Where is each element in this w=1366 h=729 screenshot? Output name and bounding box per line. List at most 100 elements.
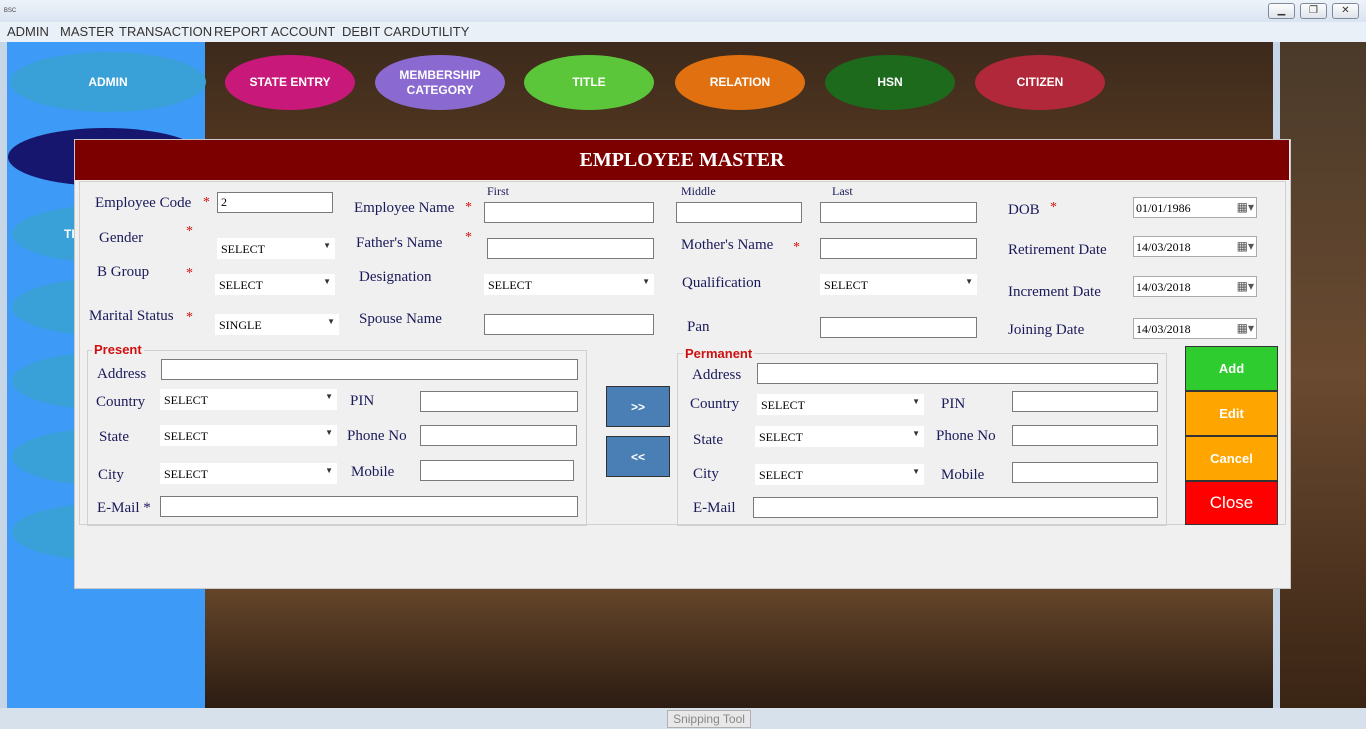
permanent-state-label: State bbox=[693, 432, 723, 448]
minimize-button[interactable]: ▁ bbox=[1268, 3, 1295, 19]
retirement-date-picker[interactable]: 14/03/2018 ▦▾ bbox=[1133, 236, 1257, 257]
frame-left bbox=[0, 42, 7, 729]
calendar-icon[interactable]: ▦▾ bbox=[1237, 200, 1254, 215]
calendar-icon[interactable]: ▦▾ bbox=[1237, 321, 1254, 336]
retirement-date-label: Retirement Date bbox=[1008, 242, 1107, 258]
permanent-country-value: SELECT bbox=[761, 398, 805, 412]
designation-value: SELECT bbox=[488, 278, 532, 292]
relation-button[interactable]: RELATION bbox=[675, 55, 805, 110]
permanent-country-label: Country bbox=[690, 396, 740, 412]
chevron-down-icon: ▼ bbox=[325, 392, 333, 401]
employee-code-input[interactable]: 2 bbox=[217, 192, 333, 213]
last-name-input[interactable] bbox=[820, 202, 977, 223]
edit-button[interactable]: Edit bbox=[1185, 391, 1278, 436]
marital-status-select[interactable]: SINGLE ▼ bbox=[215, 314, 339, 335]
first-name-caption: First bbox=[487, 184, 510, 198]
marital-value: SINGLE bbox=[219, 318, 262, 332]
membership-category-button[interactable]: MEMBERSHIP CATEGORY bbox=[375, 55, 505, 110]
present-email-input[interactable] bbox=[160, 496, 578, 517]
hsn-button[interactable]: HSN bbox=[825, 55, 955, 110]
required-star: * bbox=[1050, 200, 1057, 215]
snipping-tool-tooltip: Snipping Tool bbox=[667, 710, 751, 728]
joining-date-label: Joining Date bbox=[1008, 322, 1085, 338]
present-country-label: Country bbox=[96, 394, 146, 410]
permanent-pin-input[interactable] bbox=[1012, 391, 1158, 412]
menu-debit-card[interactable]: DEBIT CARD bbox=[342, 24, 421, 39]
gender-select[interactable]: SELECT ▼ bbox=[217, 238, 335, 259]
permanent-phone-input[interactable] bbox=[1012, 425, 1158, 446]
chevron-down-icon: ▼ bbox=[912, 397, 920, 406]
present-pin-label: PIN bbox=[350, 393, 375, 409]
title-button[interactable]: TITLE bbox=[524, 55, 654, 110]
designation-select[interactable]: SELECT ▼ bbox=[484, 274, 654, 295]
membership-label-1: MEMBERSHIP bbox=[399, 67, 481, 82]
chevron-down-icon: ▼ bbox=[912, 467, 920, 476]
present-country-select[interactable]: SELECT ▼ bbox=[160, 389, 337, 410]
present-address-label: Address bbox=[97, 366, 147, 382]
qualification-value: SELECT bbox=[824, 278, 868, 292]
dob-value: 01/01/1986 bbox=[1136, 201, 1191, 215]
present-mobile-input[interactable] bbox=[420, 460, 574, 481]
present-city-select[interactable]: SELECT ▼ bbox=[160, 463, 337, 484]
spouse-name-input[interactable] bbox=[484, 314, 654, 335]
menu-account[interactable]: ACCOUNT bbox=[271, 24, 335, 39]
menu-master[interactable]: MASTER bbox=[60, 24, 114, 39]
close-window-button[interactable]: ✕ bbox=[1332, 3, 1359, 19]
permanent-city-select[interactable]: SELECT ▼ bbox=[755, 464, 924, 485]
dob-date-picker[interactable]: 01/01/1986 ▦▾ bbox=[1133, 197, 1257, 218]
increment-date-picker[interactable]: 14/03/2018 ▦▾ bbox=[1133, 276, 1257, 297]
required-star: * bbox=[186, 224, 193, 239]
close-button[interactable]: Close bbox=[1185, 481, 1278, 525]
present-pin-input[interactable] bbox=[420, 391, 578, 412]
pan-input[interactable] bbox=[820, 317, 977, 338]
joining-date-picker[interactable]: 14/03/2018 ▦▾ bbox=[1133, 318, 1257, 339]
cancel-button[interactable]: Cancel bbox=[1185, 436, 1278, 481]
chevron-down-icon: ▼ bbox=[323, 241, 331, 250]
menu-utility[interactable]: UTILITY bbox=[421, 24, 469, 39]
permanent-address-input[interactable] bbox=[757, 363, 1158, 384]
marital-status-label: Marital Status bbox=[89, 308, 174, 324]
qualification-label: Qualification bbox=[682, 275, 762, 291]
chevron-down-icon: ▼ bbox=[325, 466, 333, 475]
state-entry-button[interactable]: STATE ENTRY bbox=[225, 55, 355, 110]
citizen-button[interactable]: CITIZEN bbox=[975, 55, 1105, 110]
required-star: * bbox=[186, 310, 193, 325]
present-city-value: SELECT bbox=[164, 467, 208, 481]
dob-label: DOB bbox=[1008, 202, 1040, 218]
permanent-state-select[interactable]: SELECT ▼ bbox=[755, 426, 924, 447]
father-name-input[interactable] bbox=[487, 238, 654, 259]
menu-transaction[interactable]: TRANSACTION bbox=[119, 24, 212, 39]
bgroup-value: SELECT bbox=[219, 278, 263, 292]
present-phone-input[interactable] bbox=[420, 425, 577, 446]
gender-value: SELECT bbox=[221, 242, 265, 256]
present-state-value: SELECT bbox=[164, 429, 208, 443]
first-name-input[interactable] bbox=[484, 202, 654, 223]
chevron-down-icon: ▼ bbox=[323, 277, 331, 286]
blood-group-select[interactable]: SELECT ▼ bbox=[215, 274, 335, 295]
permanent-phone-label: Phone No bbox=[936, 428, 996, 444]
permanent-email-input[interactable] bbox=[753, 497, 1158, 518]
required-star: * bbox=[465, 200, 472, 215]
permanent-country-select[interactable]: SELECT ▼ bbox=[757, 394, 924, 415]
copy-to-present-button[interactable]: << bbox=[606, 436, 670, 477]
required-star: * bbox=[465, 230, 472, 245]
father-name-label: Father's Name bbox=[356, 235, 443, 251]
calendar-icon[interactable]: ▦▾ bbox=[1237, 279, 1254, 294]
add-button[interactable]: Add bbox=[1185, 346, 1278, 391]
copy-to-permanent-button[interactable]: >> bbox=[606, 386, 670, 427]
present-address-input[interactable] bbox=[161, 359, 578, 380]
menu-admin[interactable]: ADMIN bbox=[7, 24, 49, 39]
pan-label: Pan bbox=[687, 319, 710, 335]
permanent-mobile-input[interactable] bbox=[1012, 462, 1158, 483]
menu-report[interactable]: REPORT bbox=[214, 24, 268, 39]
calendar-icon[interactable]: ▦▾ bbox=[1237, 239, 1254, 254]
middle-name-input[interactable] bbox=[676, 202, 802, 223]
middle-name-caption: Middle bbox=[681, 184, 716, 198]
gender-label: Gender bbox=[99, 230, 144, 246]
sidebar-admin-button[interactable]: ADMIN bbox=[10, 52, 206, 112]
maximize-button[interactable]: ❐ bbox=[1300, 3, 1327, 19]
present-state-select[interactable]: SELECT ▼ bbox=[160, 425, 337, 446]
employee-name-label: Employee Name bbox=[354, 200, 455, 216]
qualification-select[interactable]: SELECT ▼ bbox=[820, 274, 977, 295]
mother-name-input[interactable] bbox=[820, 238, 977, 259]
